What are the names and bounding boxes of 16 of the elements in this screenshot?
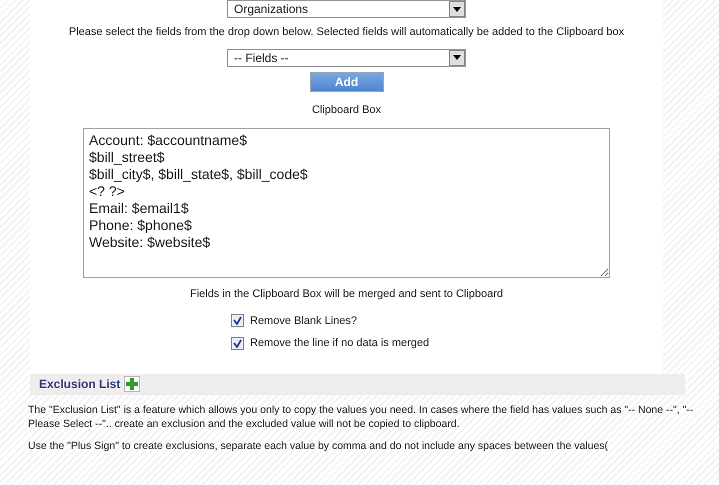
select-value: -- Fields --: [234, 50, 289, 66]
description-text: The "Exclusion List" is a feature which allows you only to copy the values you need. In cases where the field has values such as "-- None --", "-- Please Select --".. create an exclusion and the excluded value will not be copied to clipboard.: [28, 402, 694, 430]
fields-select[interactable]: -- Fields --: [227, 48, 466, 66]
exclusion-title: Exclusion List: [39, 376, 120, 393]
clipboard-label: Clipboard Box: [312, 102, 382, 118]
description-text: Use the "Plus Sign" to create exclusions, separate each value by comma and do not include any spaces between the values(: [28, 438, 610, 452]
instructions-text: Please select the fields from the drop down below. Selected fields will automatically be added to the Clipboard box: [68, 25, 624, 40]
checkbox[interactable]: [231, 336, 244, 350]
add-icon[interactable]: [124, 376, 140, 392]
checkbox-label: Remove the line if no data is merged: [250, 336, 430, 351]
merge-note: Fields in the Clipboard Box will be merged and sent to Clipboard: [190, 287, 504, 302]
clipboard-textarea[interactable]: Account: $accountname$ $bill_street$ $bill_city$, $bill_state$, $bill_code$ <? ?> Email: $email1$ Phone: $phone$ Website: $website$: [83, 128, 610, 278]
select-value: Organizations: [234, 1, 308, 18]
checkbox-label: Remove Blank Lines?: [250, 314, 358, 328]
checkbox[interactable]: [231, 314, 244, 328]
module-select[interactable]: Organizations: [227, 0, 466, 18]
